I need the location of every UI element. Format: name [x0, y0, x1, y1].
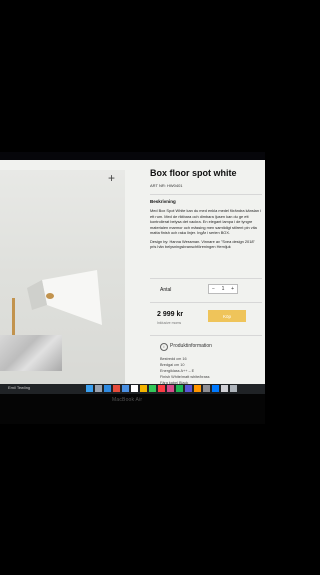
safari-icon[interactable] [104, 385, 111, 392]
launchpad-icon[interactable] [95, 385, 102, 392]
description-heading: Beskrivning [150, 199, 176, 204]
quantity-label: Antal [160, 287, 172, 293]
product-image[interactable] [0, 170, 125, 405]
device-label: MacBook Air [112, 397, 143, 403]
spec-item: Bestredd cm 16 [160, 357, 187, 361]
marble-base [0, 335, 62, 371]
info-icon: i [160, 343, 168, 351]
app-icon[interactable] [203, 385, 210, 392]
taskbar-user: Emil Tewling [8, 385, 31, 390]
vat-note: Inklusive moms [157, 321, 182, 325]
app-icon[interactable] [167, 385, 174, 392]
price: 2 999 kr [157, 311, 184, 318]
quantity-stepper[interactable]: − 1 + [208, 284, 238, 294]
dock-icons [86, 385, 237, 393]
chrome-icon[interactable] [113, 385, 120, 392]
quantity-value: 1 [221, 286, 225, 292]
trash-icon[interactable] [230, 385, 237, 392]
description-text: Med Box Spot White kan du med enkla mede… [150, 208, 262, 253]
increment-button[interactable]: + [231, 286, 234, 292]
lamp-head-illustration [27, 270, 102, 325]
app-icon[interactable] [212, 385, 219, 392]
browser-viewport: + Box floor spot white ART NR: HW0401 Be… [0, 160, 265, 410]
spec-item: Finish White/matt white/brass [160, 375, 210, 379]
photo-of-screen: + Box floor spot white ART NR: HW0401 Be… [0, 152, 265, 424]
product-info-toggle[interactable]: Produktinformation [170, 343, 212, 349]
product-title: Box floor spot white [150, 168, 237, 178]
mail-icon[interactable] [122, 385, 129, 392]
divider [150, 302, 262, 303]
zoom-plus-icon[interactable]: + [108, 172, 115, 184]
finder-icon[interactable] [86, 385, 93, 392]
app-icon[interactable] [194, 385, 201, 392]
app-icon[interactable] [176, 385, 183, 392]
calendar-icon[interactable] [131, 385, 138, 392]
app-icon[interactable] [221, 385, 228, 392]
divider [150, 335, 262, 336]
divider [150, 278, 262, 279]
music-icon[interactable] [158, 385, 165, 392]
app-icon[interactable] [185, 385, 192, 392]
divider [150, 194, 262, 195]
description-paragraph: Med Box Spot White kan du med enkla mede… [150, 208, 261, 235]
messages-icon[interactable] [149, 385, 156, 392]
article-number: ART NR: HW0401 [150, 183, 183, 188]
photos-icon[interactable] [140, 385, 147, 392]
decrement-button[interactable]: − [212, 286, 215, 292]
buy-button[interactable]: Köp [208, 310, 246, 322]
spec-item: Bredgai cm 10 [160, 363, 185, 367]
description-paragraph: Design by: Hanna Wessman. Vinnare av "Sv… [150, 238, 255, 250]
spec-item: Energiklass A++ – E [160, 369, 195, 373]
lamp-pole [12, 298, 15, 338]
